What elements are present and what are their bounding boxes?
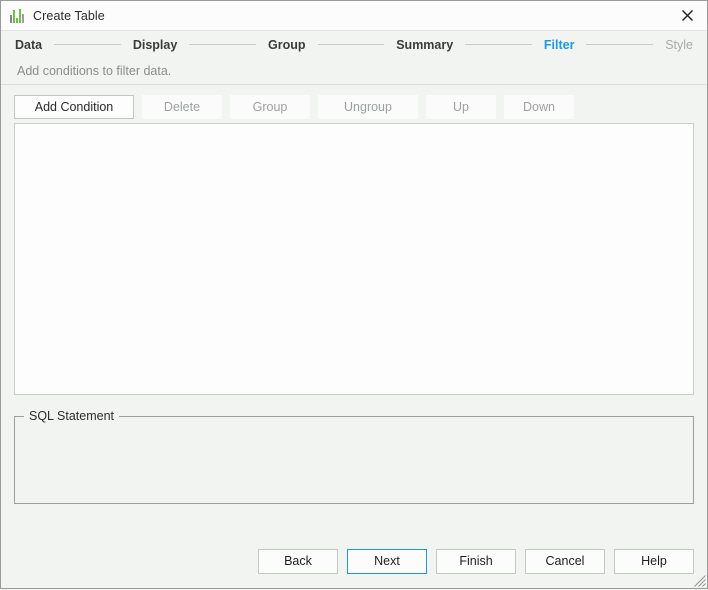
title-bar: Create Table [1,1,707,31]
dialog-content: Add Condition Delete Group Ungroup Up Do… [1,85,707,534]
step-data[interactable]: Data [15,38,42,52]
step-separator [586,44,653,45]
step-group[interactable]: Group [268,38,306,52]
step-style: Style [665,38,693,52]
window-title: Create Table [33,9,105,23]
wizard-steps: Data Display Group Summary Filter Style [1,31,707,58]
conditions-toolbar: Add Condition Delete Group Ungroup Up Do… [14,91,694,123]
step-separator [189,44,256,45]
add-condition-button[interactable]: Add Condition [14,95,134,119]
sql-statement-legend: SQL Statement [24,409,119,423]
step-separator [54,44,121,45]
step-description: Add conditions to filter data. [1,58,707,84]
close-icon[interactable] [667,1,707,30]
back-button[interactable]: Back [258,549,338,574]
next-button[interactable]: Next [347,549,427,574]
ungroup-button[interactable]: Ungroup [318,95,418,119]
finish-button[interactable]: Finish [436,549,516,574]
step-filter[interactable]: Filter [544,38,575,52]
step-display[interactable]: Display [133,38,177,52]
conditions-list[interactable] [14,123,694,395]
group-button[interactable]: Group [230,95,310,119]
step-separator [318,44,385,45]
bar-chart-icon [9,8,25,24]
move-down-button[interactable]: Down [504,95,574,119]
resize-grip[interactable] [690,571,706,587]
sql-statement-group: SQL Statement [14,409,694,504]
delete-button[interactable]: Delete [142,95,222,119]
step-separator [465,44,532,45]
move-up-button[interactable]: Up [426,95,496,119]
sql-statement-text [22,431,686,498]
step-summary[interactable]: Summary [396,38,453,52]
cancel-button[interactable]: Cancel [525,549,605,574]
dialog-footer: Back Next Finish Cancel Help [1,534,707,588]
help-button[interactable]: Help [614,549,694,574]
create-table-dialog: Create Table Data Display Group Summary … [0,0,708,589]
